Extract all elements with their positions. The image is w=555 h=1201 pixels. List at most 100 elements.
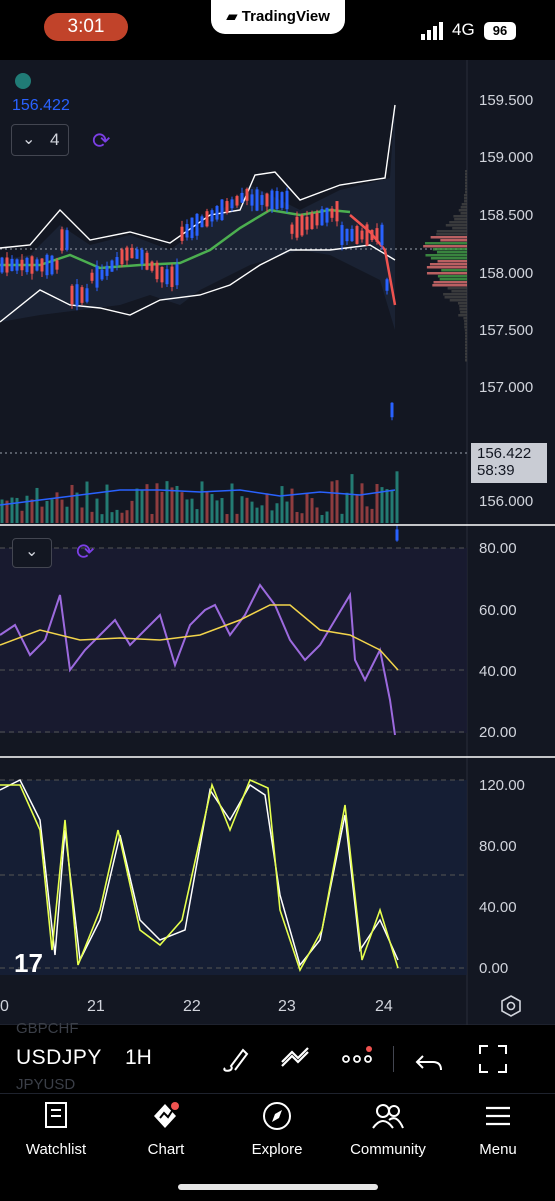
volume-profile-bar xyxy=(465,179,467,182)
price-axis-label: 156.000 xyxy=(479,493,534,510)
volume-bar xyxy=(70,484,74,523)
volume-profile-bar xyxy=(458,209,467,212)
chart-icon xyxy=(154,1102,179,1128)
price-axis-label: 158.000 xyxy=(479,265,534,282)
volume-bar xyxy=(100,514,104,523)
volume-bar xyxy=(40,506,44,523)
volume-bar xyxy=(355,495,359,523)
tab-explore[interactable]: Explore xyxy=(227,1100,327,1158)
volume-profile-bar xyxy=(436,251,467,254)
volume-bar xyxy=(230,483,234,523)
sync-icon[interactable]: ⟳ xyxy=(76,539,94,565)
volume-profile-bar xyxy=(451,290,467,293)
battery-level: 96 xyxy=(484,22,516,40)
volume-profile-bar xyxy=(433,281,467,284)
chevron-down-icon: ⌄ xyxy=(25,543,39,560)
volume-profile-bar xyxy=(437,260,467,263)
tab-label: Menu xyxy=(479,1141,517,1158)
volume-profile-bar xyxy=(465,170,467,173)
indicators-toggle-button[interactable]: ⌄ 4 xyxy=(11,124,69,156)
volume-profile-bar xyxy=(465,359,467,362)
volume-bar xyxy=(375,484,379,523)
volume-bar xyxy=(50,499,54,523)
volume-bar xyxy=(260,505,264,523)
volume-bar xyxy=(170,487,174,523)
volume-bar xyxy=(0,499,4,523)
volume-bar xyxy=(265,493,269,523)
volume-bar xyxy=(310,498,314,523)
volume-profile-bar xyxy=(460,311,467,314)
volume-profile-bar xyxy=(460,206,467,209)
volume-profile xyxy=(423,170,467,362)
volume-bar xyxy=(345,492,349,523)
price-pane xyxy=(0,100,467,542)
price-tag: 156.422 58:39 xyxy=(471,443,547,483)
date-axis-label: 23 xyxy=(278,998,296,1015)
volume-bar xyxy=(25,495,29,523)
volume-profile-bar xyxy=(464,323,467,326)
interval-button[interactable]: 1H xyxy=(125,1046,152,1070)
tradingview-watermark-icon: 17 xyxy=(14,948,43,978)
fullscreen-icon[interactable] xyxy=(476,1042,510,1076)
tab-label: Watchlist xyxy=(25,1141,87,1158)
stoch-axis-label: 80.00 xyxy=(479,838,517,855)
volume-profile-bar xyxy=(465,332,467,335)
brush-icon[interactable] xyxy=(217,1042,251,1076)
stoch-axis-label: 120.00 xyxy=(479,777,525,794)
volume-bar xyxy=(245,497,249,523)
price-axis-label: 157.500 xyxy=(479,322,534,339)
volume-bar xyxy=(60,499,64,523)
volume-profile-bar xyxy=(465,185,467,188)
volume-bar xyxy=(35,487,39,523)
sync-icon[interactable]: ⟳ xyxy=(92,128,110,154)
volume-bar xyxy=(185,499,189,523)
date-axis-label: 24 xyxy=(375,998,393,1015)
volume-bar xyxy=(140,489,144,523)
price-axis-label: 158.500 xyxy=(479,207,534,224)
volume-bar xyxy=(365,506,369,523)
volume-profile-bar xyxy=(459,305,467,308)
stoch-axis-label: 0.00 xyxy=(479,960,509,977)
volume-profile-bar xyxy=(465,191,467,194)
symbol-button[interactable]: USDJPY xyxy=(16,1046,102,1070)
chart-area[interactable]: 156.422 ⌄ 4 ⟳ ⌄ ⟳ 17 159.500 159.000 158… xyxy=(0,60,555,1025)
price-tag-countdown: 58:39 xyxy=(477,462,515,479)
tab-watchlist[interactable]: Watchlist xyxy=(6,1100,106,1158)
rsi-collapse-button[interactable]: ⌄ xyxy=(12,538,52,568)
tab-community[interactable]: Community xyxy=(338,1100,438,1158)
volume-profile-bar xyxy=(464,200,467,203)
tab-chart[interactable]: Chart xyxy=(116,1100,216,1158)
undo-icon[interactable] xyxy=(413,1042,447,1076)
volume-profile-bar xyxy=(464,329,467,332)
volume-profile-bar xyxy=(437,275,467,278)
tab-label: Community xyxy=(350,1141,426,1158)
more-options-icon[interactable] xyxy=(340,1042,374,1076)
volume-bar xyxy=(220,498,224,523)
last-price-label: 156.422 xyxy=(12,97,70,114)
volume-profile-bar xyxy=(424,242,467,245)
volume-bar xyxy=(395,471,399,523)
chart-settings-icon[interactable] xyxy=(500,995,522,1017)
cellular-signal-icon xyxy=(421,22,443,40)
volume-profile-bar xyxy=(449,221,467,224)
volume-bar xyxy=(155,483,159,523)
volume-bar xyxy=(55,492,59,523)
date-axis-label: 22 xyxy=(183,998,201,1015)
volume-bar xyxy=(90,511,94,523)
volume-profile-bar xyxy=(463,317,467,320)
volume-profile-bar xyxy=(430,257,467,260)
volume-profile-bar xyxy=(463,194,467,197)
volume-bar xyxy=(200,481,204,523)
menu-icon xyxy=(486,1106,510,1126)
drawing-tools-icon[interactable] xyxy=(278,1042,312,1076)
tab-label: Explore xyxy=(251,1141,303,1158)
tab-menu[interactable]: Menu xyxy=(448,1100,548,1158)
volume-bar xyxy=(30,499,34,523)
volume-profile-bar xyxy=(430,236,467,239)
volume-profile-bar xyxy=(429,263,467,266)
volume-bar xyxy=(45,500,49,523)
volume-profile-bar xyxy=(465,347,467,350)
volume-profile-bar xyxy=(465,356,467,359)
price-tag-value: 156.422 xyxy=(477,445,532,462)
volume-bar xyxy=(115,509,119,523)
